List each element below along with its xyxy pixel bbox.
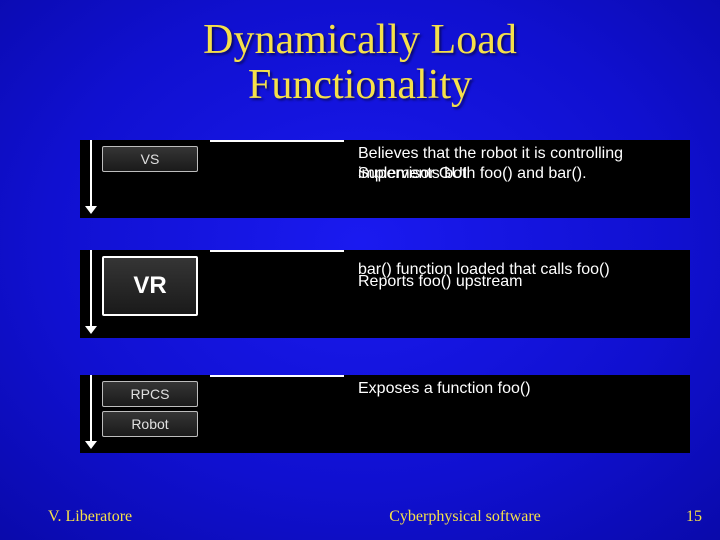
box-col-2: VR — [102, 250, 202, 322]
arrow-head-icon — [85, 326, 97, 334]
box-col-1: VS — [102, 140, 202, 178]
text-col-3: Exposes a function foo() — [352, 375, 690, 401]
row-robot: RPCS Robot Exposes a function foo() — [80, 375, 690, 453]
hline-icon — [210, 250, 344, 252]
text-col-1: Believes that the robot it is controllin… — [352, 140, 690, 183]
footer-author: V. Liberatore — [48, 508, 268, 526]
arrow-down-2 — [80, 250, 102, 338]
row-vr: VR bar() function loaded that calls foo(… — [80, 250, 690, 338]
slide-title: Dynamically Load Functionality — [0, 0, 720, 109]
title-line-1: Dynamically Load — [203, 17, 517, 63]
arrow-shaft — [90, 250, 92, 326]
arrow-shaft — [90, 375, 92, 441]
title-line-2: Functionality — [248, 62, 472, 108]
robot-text: Exposes a function foo() — [358, 379, 531, 399]
robot-box: Robot — [102, 411, 198, 437]
vr-box: VR — [102, 256, 198, 316]
vs-box: VS — [102, 146, 198, 172]
arrow-down-3 — [80, 375, 102, 453]
vr-text-b: Reports foo() upstream — [358, 274, 686, 291]
box-col-3: RPCS Robot — [102, 375, 202, 443]
arrow-shaft — [90, 140, 92, 206]
text-overlay-1: Believes that the robot it is controllin… — [358, 144, 686, 183]
rpcs-box: RPCS — [102, 381, 198, 407]
hline-icon — [210, 140, 344, 142]
text-col-2: bar() function loaded that calls foo() R… — [352, 250, 690, 279]
arrow-head-icon — [85, 206, 97, 214]
footer-center: Cyberphysical software — [268, 508, 662, 526]
footer-page-number: 15 — [662, 508, 702, 526]
hline-icon — [210, 375, 344, 377]
arrow-down-1 — [80, 140, 102, 218]
row-vs: VS Believes that the robot it is control… — [80, 140, 690, 218]
arrow-head-icon — [85, 441, 97, 449]
footer: V. Liberatore Cyberphysical software 15 — [0, 508, 720, 526]
vs-text-b: Supervisor GUI — [358, 164, 686, 184]
text-overlay-2: bar() function loaded that calls foo() R… — [358, 262, 686, 279]
